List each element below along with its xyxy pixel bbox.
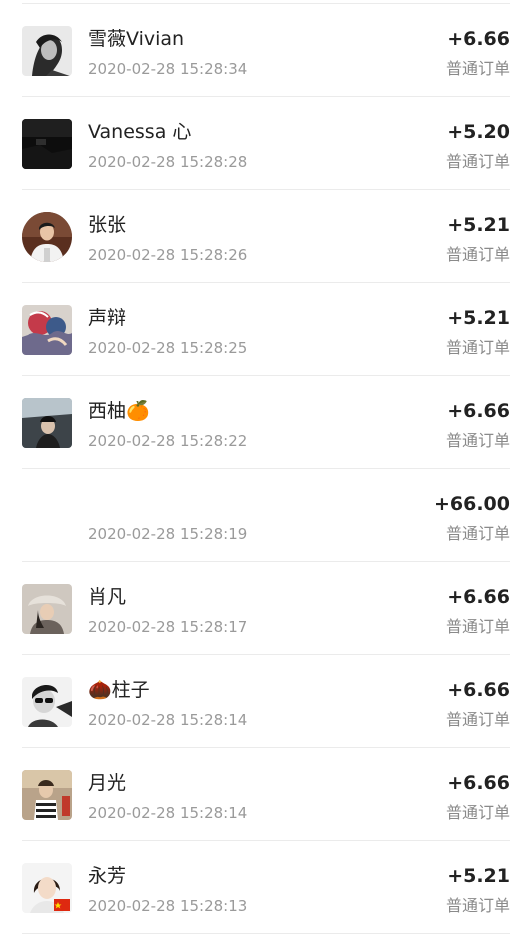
order-type: 普通订单 — [445, 896, 510, 915]
avatar-image — [22, 863, 72, 913]
order-time: 2020-02-28 15:28:26 — [88, 246, 248, 264]
order-type: 普通订单 — [445, 59, 510, 78]
order-type: 普通订单 — [445, 524, 510, 543]
order-amount: +5.21 — [447, 865, 510, 887]
customer-name: 声辩 — [88, 307, 127, 329]
avatar-bw-portrait[interactable] — [22, 26, 72, 76]
avatar-dark-scene[interactable] — [22, 119, 72, 169]
customer-name: 雪薇Vivian — [88, 28, 185, 50]
customer-name: 永芳 — [88, 865, 127, 887]
avatar-woman-hat[interactable] — [22, 584, 72, 634]
order-row[interactable]: 张张 2020-02-28 15:28:26 +5.21 普通订单 — [0, 190, 532, 283]
order-row[interactable]: 永芳 2020-02-28 15:28:13 +5.21 普通订单 — [0, 841, 532, 934]
order-row[interactable]: 声辩 2020-02-28 15:28:25 +5.21 普通订单 — [0, 283, 532, 376]
order-amount: +66.00 — [433, 493, 510, 515]
order-time: 2020-02-28 15:28:13 — [88, 897, 248, 915]
order-amount: +5.21 — [447, 307, 510, 329]
order-time: 2020-02-28 15:28:25 — [88, 339, 248, 357]
order-row[interactable]: 西柚🍊 2020-02-28 15:28:22 +6.66 普通订单 — [0, 376, 532, 469]
order-amount: +5.20 — [447, 121, 510, 143]
avatar-image — [22, 212, 72, 262]
order-row[interactable]: 🌰柱子 2020-02-28 15:28:14 +6.66 普通订单 — [0, 655, 532, 748]
avatar-image — [22, 398, 72, 448]
order-type: 普通订单 — [445, 152, 510, 171]
order-row[interactable]: 月光 2020-02-28 15:28:14 +6.66 普通订单 — [0, 748, 532, 841]
avatar-woman-flag[interactable] — [22, 863, 72, 913]
order-amount: +6.66 — [447, 28, 510, 50]
order-amount: +6.66 — [447, 400, 510, 422]
avatar-image — [22, 770, 72, 820]
avatar-image — [22, 305, 72, 355]
order-amount: +5.21 — [447, 214, 510, 236]
order-row[interactable]: 肖凡 2020-02-28 15:28:17 +6.66 普通订单 — [0, 562, 532, 655]
customer-name: 张张 — [88, 214, 127, 236]
order-time: 2020-02-28 15:28:17 — [88, 618, 248, 636]
divider — [22, 933, 510, 934]
order-amount: +6.66 — [447, 772, 510, 794]
customer-name: 🌰柱子 — [88, 679, 150, 701]
avatar-image — [22, 26, 72, 76]
customer-name: Vanessa 心 — [88, 121, 192, 143]
avatar-image — [22, 584, 72, 634]
customer-name: 西柚🍊 — [88, 400, 150, 422]
order-amount: +6.66 — [447, 679, 510, 701]
order-time: 2020-02-28 15:28:28 — [88, 153, 248, 171]
avatar-man-white-shirt[interactable] — [22, 212, 72, 262]
order-type: 普通订单 — [445, 710, 510, 729]
avatar-child-striped[interactable] — [22, 770, 72, 820]
order-amount: +6.66 — [447, 586, 510, 608]
avatar-image — [22, 677, 72, 727]
order-type: 普通订单 — [445, 803, 510, 822]
customer-name: 月光 — [88, 772, 127, 794]
order-type: 普通订单 — [445, 431, 510, 450]
avatar-bw-sunglasses[interactable] — [22, 677, 72, 727]
customer-name: 肖凡 — [88, 586, 127, 608]
order-row[interactable]: 2020-02-28 15:28:19 +66.00 普通订单 — [0, 469, 532, 562]
order-type: 普通订单 — [445, 245, 510, 264]
order-time: 2020-02-28 15:28:34 — [88, 60, 248, 78]
order-time: 2020-02-28 15:28:14 — [88, 711, 248, 729]
avatar-colorful-art[interactable] — [22, 305, 72, 355]
order-time: 2020-02-28 15:28:14 — [88, 804, 248, 822]
order-type: 普通订单 — [445, 617, 510, 636]
order-time: 2020-02-28 15:28:22 — [88, 432, 248, 450]
order-type: 普通订单 — [445, 338, 510, 357]
avatar-person-in-car[interactable] — [22, 398, 72, 448]
order-time: 2020-02-28 15:28:19 — [88, 525, 248, 543]
avatar-image — [22, 119, 72, 169]
order-row[interactable]: Vanessa 心 2020-02-28 15:28:28 +5.20 普通订单 — [0, 97, 532, 190]
order-row[interactable]: 雪薇Vivian 2020-02-28 15:28:34 +6.66 普通订单 — [0, 4, 532, 97]
